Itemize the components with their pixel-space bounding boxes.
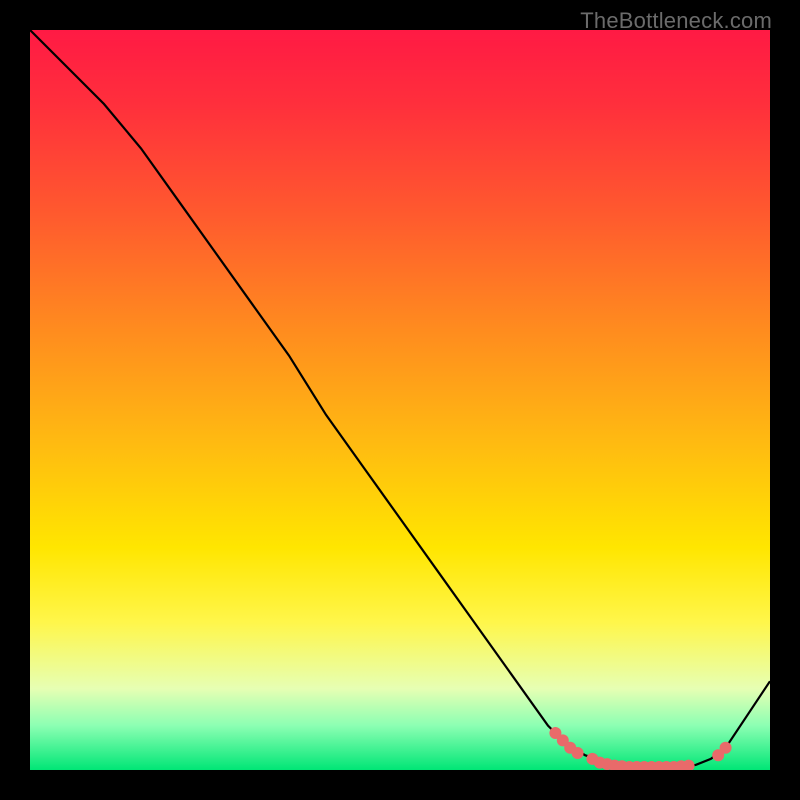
chart-container: TheBottleneck.com (0, 0, 800, 800)
watermark-text: TheBottleneck.com (580, 8, 772, 34)
plot-background (30, 30, 770, 770)
